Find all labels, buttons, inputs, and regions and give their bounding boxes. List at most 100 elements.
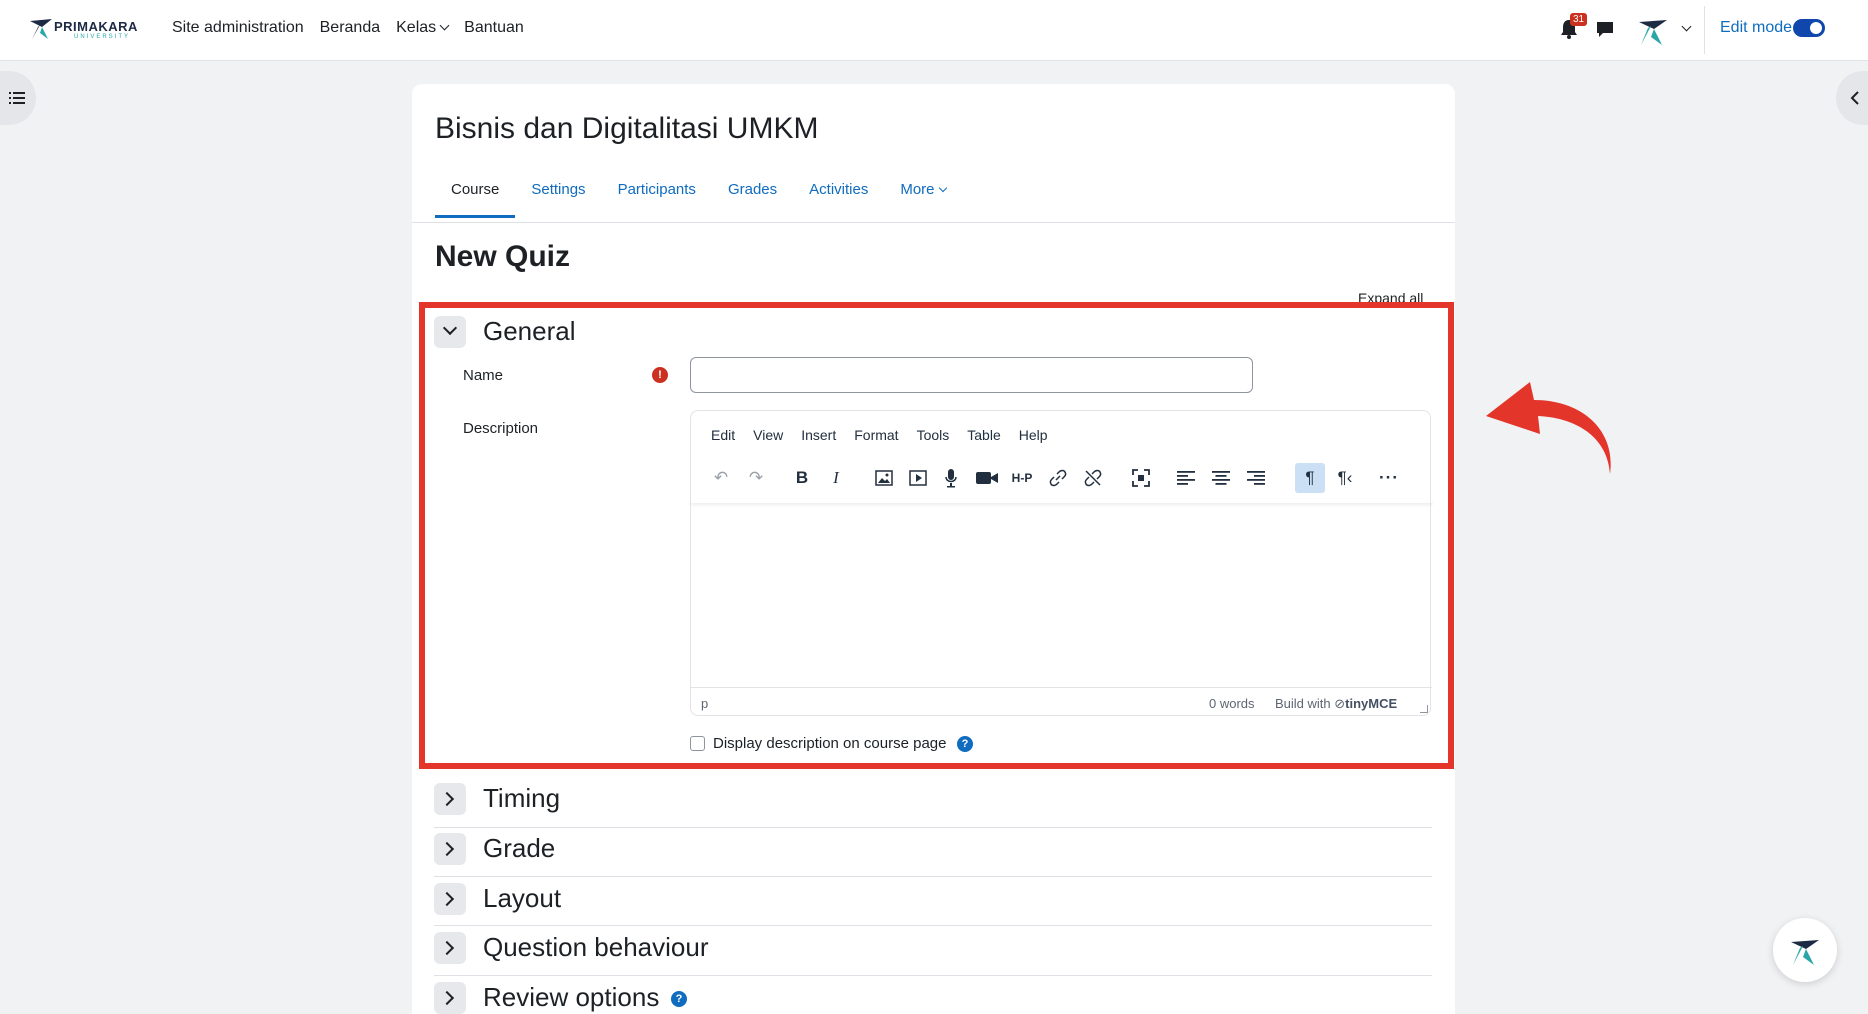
more-options-icon[interactable]: ··· bbox=[1374, 463, 1404, 493]
star-logo-icon bbox=[1791, 940, 1819, 965]
course-secondary-nav: Course Settings Participants Grades Acti… bbox=[435, 178, 962, 218]
notification-count-badge: 31 bbox=[1570, 13, 1588, 26]
chevron-right-icon bbox=[439, 940, 455, 956]
redo-icon[interactable]: ↷ bbox=[741, 463, 771, 493]
review-options-expand-button[interactable] bbox=[434, 982, 466, 1014]
display-description-label: Display description on course page bbox=[713, 735, 947, 752]
edit-mode-label: Edit mode bbox=[1720, 19, 1793, 36]
section-divider bbox=[434, 876, 1432, 877]
question-behaviour-expand-button[interactable] bbox=[434, 932, 466, 964]
menu-view[interactable]: View bbox=[753, 427, 783, 443]
review-options-section-title[interactable]: Review options bbox=[483, 982, 659, 1013]
required-icon: ! bbox=[652, 367, 668, 383]
description-label: Description bbox=[463, 420, 539, 437]
grade-expand-button[interactable] bbox=[434, 833, 466, 865]
rtl-direction-icon[interactable]: ¶‹ bbox=[1330, 463, 1360, 493]
chevron-down-icon bbox=[938, 183, 947, 193]
chevron-down-icon bbox=[442, 320, 458, 336]
italic-icon[interactable]: I bbox=[821, 463, 851, 493]
menu-insert[interactable]: Insert bbox=[801, 427, 836, 443]
red-arrow-annotation bbox=[1486, 382, 1611, 474]
timing-expand-button[interactable] bbox=[434, 783, 466, 815]
section-divider bbox=[434, 925, 1432, 926]
edit-mode-toggle[interactable] bbox=[1793, 19, 1825, 37]
element-path[interactable]: p bbox=[701, 696, 708, 711]
editor-content-area[interactable] bbox=[691, 503, 1432, 687]
editor-toolbar: ↶ ↷ B I H-P ¶ ¶‹ ··· bbox=[701, 463, 1421, 493]
nav-kelas-label: Kelas bbox=[396, 19, 437, 36]
chevron-down-icon[interactable] bbox=[1681, 21, 1692, 32]
timing-section-title[interactable]: Timing bbox=[483, 783, 560, 814]
menu-format[interactable]: Format bbox=[854, 427, 898, 443]
chevron-right-icon bbox=[439, 891, 455, 907]
tab-participants[interactable]: Participants bbox=[602, 178, 712, 218]
top-navbar: PRIMAKARA UNIVERSITY Site administration… bbox=[0, 0, 1868, 61]
chevron-down-icon bbox=[439, 20, 450, 31]
microphone-icon[interactable] bbox=[936, 463, 966, 493]
chevron-right-icon bbox=[439, 841, 455, 857]
navbar-divider bbox=[1704, 6, 1705, 54]
chat-assistant-button[interactable] bbox=[1773, 918, 1837, 982]
nav-site-administration[interactable]: Site administration bbox=[172, 19, 304, 37]
message-icon[interactable] bbox=[1596, 20, 1614, 38]
logo-subtext: UNIVERSITY bbox=[74, 34, 131, 40]
page-title: New Quiz bbox=[435, 240, 571, 273]
editor-menubar: Edit View Insert Format Tools Table Help bbox=[711, 427, 1048, 443]
tab-activities[interactable]: Activities bbox=[793, 178, 884, 218]
primakara-logo[interactable]: PRIMAKARA UNIVERSITY bbox=[28, 15, 138, 45]
chevron-left-icon bbox=[1850, 91, 1859, 105]
tab-more[interactable]: More bbox=[884, 178, 961, 218]
layout-section-title[interactable]: Layout bbox=[483, 883, 561, 914]
h5p-icon[interactable]: H-P bbox=[1007, 463, 1037, 493]
editor-statusbar: p 0 words Build with ⊘tinyMCE bbox=[691, 687, 1432, 717]
course-index-drawer-toggle[interactable] bbox=[0, 71, 36, 125]
section-divider bbox=[434, 975, 1432, 976]
description-editor: Edit View Insert Format Tools Table Help… bbox=[690, 410, 1432, 717]
tinymce-logo-icon: ⊘ bbox=[1334, 696, 1346, 711]
menu-edit[interactable]: Edit bbox=[711, 427, 735, 443]
build-with-text: Build with bbox=[1275, 696, 1331, 711]
resize-handle[interactable] bbox=[1420, 705, 1428, 713]
course-title: Bisnis dan Digitalitasi UMKM bbox=[435, 112, 819, 145]
chevron-right-icon bbox=[439, 990, 455, 1006]
user-avatar[interactable] bbox=[1635, 12, 1671, 48]
align-right-icon[interactable] bbox=[1241, 463, 1271, 493]
menu-table[interactable]: Table bbox=[967, 427, 1000, 443]
word-count[interactable]: 0 words bbox=[1209, 696, 1255, 711]
question-behaviour-section-title[interactable]: Question behaviour bbox=[483, 932, 708, 963]
align-center-icon[interactable] bbox=[1206, 463, 1236, 493]
help-icon[interactable]: ? bbox=[957, 736, 973, 752]
name-input[interactable] bbox=[690, 357, 1253, 393]
general-section-title: General bbox=[483, 316, 576, 346]
unlink-icon[interactable] bbox=[1078, 463, 1108, 493]
nav-bantuan[interactable]: Bantuan bbox=[464, 19, 524, 37]
tab-settings[interactable]: Settings bbox=[515, 178, 601, 218]
fullscreen-icon[interactable] bbox=[1126, 463, 1156, 493]
general-collapse-button[interactable] bbox=[434, 316, 466, 348]
undo-icon[interactable]: ↶ bbox=[706, 463, 736, 493]
video-camera-icon[interactable] bbox=[972, 463, 1002, 493]
layout-expand-button[interactable] bbox=[434, 883, 466, 915]
align-left-icon[interactable] bbox=[1171, 463, 1201, 493]
menu-tools[interactable]: Tools bbox=[917, 427, 950, 443]
tab-grades[interactable]: Grades bbox=[712, 178, 793, 218]
chevron-right-icon bbox=[439, 791, 455, 807]
tab-more-label: More bbox=[900, 181, 935, 198]
ltr-direction-icon[interactable]: ¶ bbox=[1295, 463, 1325, 493]
media-icon[interactable] bbox=[903, 463, 933, 493]
tinymce-branding[interactable]: Build with ⊘tinyMCE bbox=[1275, 696, 1397, 712]
tabs-divider bbox=[412, 222, 1455, 223]
nav-beranda[interactable]: Beranda bbox=[320, 19, 381, 37]
nav-kelas[interactable]: Kelas bbox=[396, 19, 450, 37]
image-icon[interactable] bbox=[869, 463, 899, 493]
bold-icon[interactable]: B bbox=[787, 463, 817, 493]
section-divider bbox=[434, 827, 1432, 828]
display-description-checkbox[interactable] bbox=[690, 736, 705, 751]
menu-help[interactable]: Help bbox=[1019, 427, 1048, 443]
block-drawer-toggle[interactable] bbox=[1836, 71, 1868, 125]
help-icon[interactable]: ? bbox=[671, 991, 687, 1007]
tab-course[interactable]: Course bbox=[435, 178, 516, 218]
link-icon[interactable] bbox=[1043, 463, 1073, 493]
tinymce-brand-name: tinyMCE bbox=[1345, 696, 1398, 711]
grade-section-title[interactable]: Grade bbox=[483, 833, 555, 864]
